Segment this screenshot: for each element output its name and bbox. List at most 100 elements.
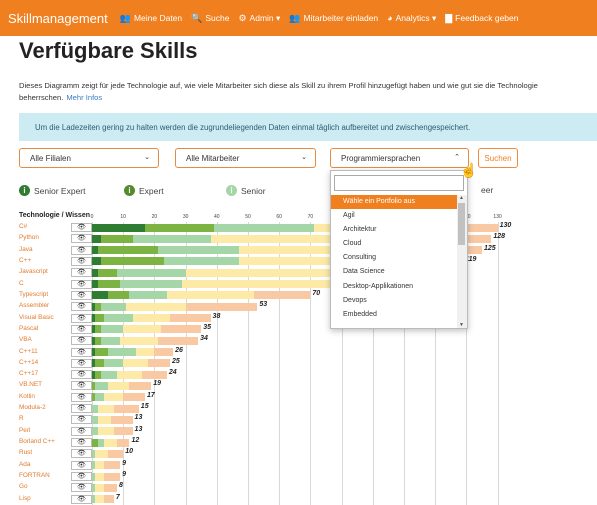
tech-link[interactable]: Lisp	[19, 494, 31, 503]
bar-total-label: 19	[153, 380, 162, 388]
tech-link[interactable]: Assembler	[19, 301, 49, 310]
tech-link[interactable]: C++14	[19, 358, 38, 367]
tech-link[interactable]: Go	[19, 482, 28, 491]
eye-icon[interactable]: 👁	[71, 472, 92, 482]
eye-icon[interactable]: 👁	[71, 426, 92, 436]
dropdown-option[interactable]: Desktop-Applikationen	[331, 280, 457, 294]
bar-total-label: 53	[259, 301, 268, 309]
bar-segment	[98, 415, 111, 424]
tech-link[interactable]: VB.NET	[19, 380, 42, 389]
eye-icon[interactable]: 👁	[71, 279, 92, 289]
bar-segment	[120, 280, 183, 289]
eye-icon[interactable]: 👁	[71, 415, 92, 425]
nav-meine-daten[interactable]: 👥 Meine Daten	[120, 13, 182, 24]
scroll-up-icon: ▲	[459, 195, 464, 201]
tech-link[interactable]: C++17	[19, 369, 38, 378]
eye-icon[interactable]: 👁	[71, 404, 92, 414]
bar-segment	[92, 291, 108, 300]
bar-total-label: 9	[122, 459, 126, 467]
tech-link[interactable]: Kotlin	[19, 392, 35, 401]
nav-suche[interactable]: 🔍 Suche	[191, 13, 229, 24]
eye-icon[interactable]: 👁	[71, 494, 92, 504]
tech-link[interactable]: Borland C++	[19, 437, 55, 446]
search-button[interactable]: Suchen	[478, 148, 518, 168]
tech-link[interactable]: FORTRAN	[19, 471, 50, 480]
dropdown-option[interactable]: Agil	[331, 209, 457, 223]
bar-segment	[95, 348, 108, 357]
x-tick-label: 50	[245, 214, 251, 220]
tech-link[interactable]: Java	[19, 245, 33, 254]
bar-total-label: 9	[122, 471, 126, 479]
bar-segment	[107, 291, 130, 300]
employee-select[interactable]: Alle Mitarbeiter ⌄	[175, 148, 316, 168]
eye-icon[interactable]: 👁	[71, 449, 92, 459]
tech-link[interactable]: C#	[19, 222, 27, 231]
bar-segment	[185, 302, 258, 311]
eye-icon[interactable]: 👁	[71, 223, 92, 232]
bar-segment	[123, 359, 149, 368]
tech-link[interactable]: Pascal	[19, 324, 38, 333]
eye-icon[interactable]: 👁	[71, 234, 92, 244]
dropdown-option[interactable]: Data Science	[331, 265, 457, 279]
tech-link[interactable]: VBA	[19, 335, 32, 344]
dropdown-option[interactable]: Consulting	[331, 251, 457, 265]
category-select[interactable]: Programmiersprachen ⌃	[330, 148, 469, 168]
tech-link[interactable]: Javascript	[19, 267, 48, 276]
bar-segment	[104, 483, 117, 492]
bar-total-label: 38	[212, 312, 221, 320]
chevron-up-icon: ⌃	[454, 154, 460, 161]
nav-mitarbeiter-einladen[interactable]: 👥 Mitarbeiter einladen	[289, 13, 378, 24]
eye-icon[interactable]: 👁	[71, 313, 92, 323]
dropdown-scrollbar[interactable]: ▲ ▼	[457, 195, 467, 328]
eye-icon[interactable]: 👁	[71, 358, 92, 368]
bar-segment	[101, 257, 164, 266]
eye-icon[interactable]: 👁	[71, 438, 92, 448]
eye-icon[interactable]: 👁	[71, 381, 92, 391]
eye-icon[interactable]: 👁	[71, 245, 92, 255]
dropdown-option[interactable]: Embedded	[331, 308, 457, 322]
bar-total-label: 10	[125, 448, 133, 456]
tech-link[interactable]: C	[19, 279, 24, 288]
tech-link[interactable]: Rust	[19, 448, 32, 457]
tech-link[interactable]: C++	[19, 256, 31, 265]
tech-link[interactable]: Perl	[19, 426, 30, 435]
nav-admin[interactable]: ⚙ Admin ▾	[238, 13, 280, 24]
branch-select[interactable]: Alle Filialen ⌄	[19, 148, 159, 168]
scrollbar-thumb[interactable]	[458, 203, 465, 245]
eye-icon[interactable]: 👁	[71, 336, 92, 346]
tech-link[interactable]: Visual Basic	[19, 313, 54, 322]
nav-analytics[interactable]: ◕ Analytics ▾	[387, 13, 436, 24]
info-icon: i	[226, 185, 237, 196]
legend-senior: i Senior	[226, 185, 266, 196]
dropdown-option[interactable]: Devops	[331, 294, 457, 308]
bar-segment	[135, 348, 155, 357]
tech-link[interactable]: C++11	[19, 347, 38, 356]
tech-link[interactable]: R	[19, 414, 24, 423]
dropdown-option[interactable]: Architektur	[331, 223, 457, 237]
dropdown-option[interactable]: Cloud	[331, 237, 457, 251]
bar-segment	[95, 483, 105, 492]
eye-icon[interactable]: 👁	[71, 302, 92, 312]
tech-link[interactable]: Python	[19, 233, 39, 242]
eye-icon[interactable]: 👁	[71, 268, 92, 278]
bar-total-label: 15	[140, 403, 149, 411]
bar-segment	[132, 234, 211, 243]
eye-icon[interactable]: 👁	[71, 460, 92, 470]
eye-icon[interactable]: 👁	[71, 392, 92, 402]
bar-segment	[104, 438, 117, 447]
eye-icon[interactable]: 👁	[71, 290, 92, 300]
tech-link[interactable]: Ada	[19, 460, 30, 469]
tech-link[interactable]: Typescript	[19, 290, 48, 299]
dropdown-option[interactable]: Wähle ein Portfolio aus	[331, 195, 457, 210]
nav-feedback[interactable]: ▇ Feedback geben	[445, 13, 518, 24]
more-info-link[interactable]: Mehr Infos	[66, 93, 102, 102]
dropdown-search-input[interactable]	[334, 175, 464, 191]
brand-link[interactable]: Skillmanagement	[8, 11, 108, 26]
x-tick-label: 40	[214, 214, 220, 220]
eye-icon[interactable]: 👁	[71, 324, 92, 334]
tech-link[interactable]: Modula-2	[19, 403, 46, 412]
eye-icon[interactable]: 👁	[71, 483, 92, 493]
eye-icon[interactable]: 👁	[71, 256, 92, 266]
eye-icon[interactable]: 👁	[71, 370, 92, 380]
eye-icon[interactable]: 👁	[71, 347, 92, 357]
